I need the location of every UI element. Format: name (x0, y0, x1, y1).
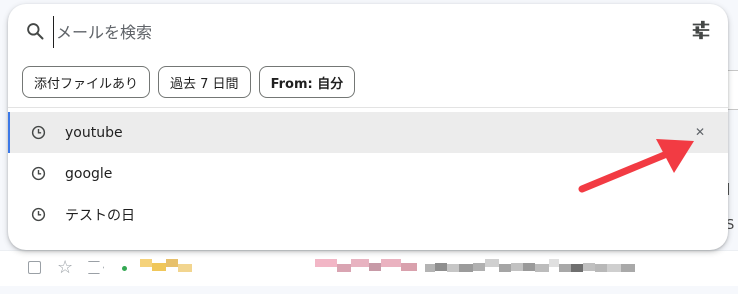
search-bar (8, 4, 728, 58)
suggestion-item[interactable]: テストの日 (8, 194, 728, 235)
suggestion-label: テストの日 (65, 207, 135, 224)
history-clock-icon (31, 125, 46, 140)
search-popup: 添付ファイルあり 過去 7 日間 From: 自分 youtube ✕ goog… (8, 4, 728, 250)
important-marker-icon[interactable] (88, 261, 104, 274)
history-clock-icon (31, 166, 46, 181)
unread-dot-icon (122, 266, 127, 271)
search-options-icon[interactable] (690, 19, 712, 41)
pixelated-subject (315, 259, 417, 275)
suggestion-label: youtube (65, 124, 123, 141)
history-clock-icon (31, 207, 46, 222)
pixelated-sender (140, 259, 192, 275)
pixelated-snippet (425, 259, 635, 275)
chip-from-me[interactable]: From: 自分 (258, 66, 356, 98)
search-input[interactable] (53, 16, 653, 48)
star-icon[interactable]: ☆ (57, 257, 73, 278)
annotation-arrow-icon (578, 139, 694, 193)
suggestion-label: google (65, 165, 113, 182)
chip-has-attachment[interactable]: 添付ファイルあり (22, 66, 151, 98)
filter-chips: 添付ファイルあり 過去 7 日間 From: 自分 (22, 66, 356, 98)
search-icon[interactable] (25, 21, 45, 41)
checkbox[interactable] (28, 261, 41, 274)
chip-last-7-days[interactable]: 過去 7 日間 (158, 66, 251, 98)
divider (8, 107, 728, 108)
background-email-row[interactable]: ☆ (0, 250, 738, 286)
